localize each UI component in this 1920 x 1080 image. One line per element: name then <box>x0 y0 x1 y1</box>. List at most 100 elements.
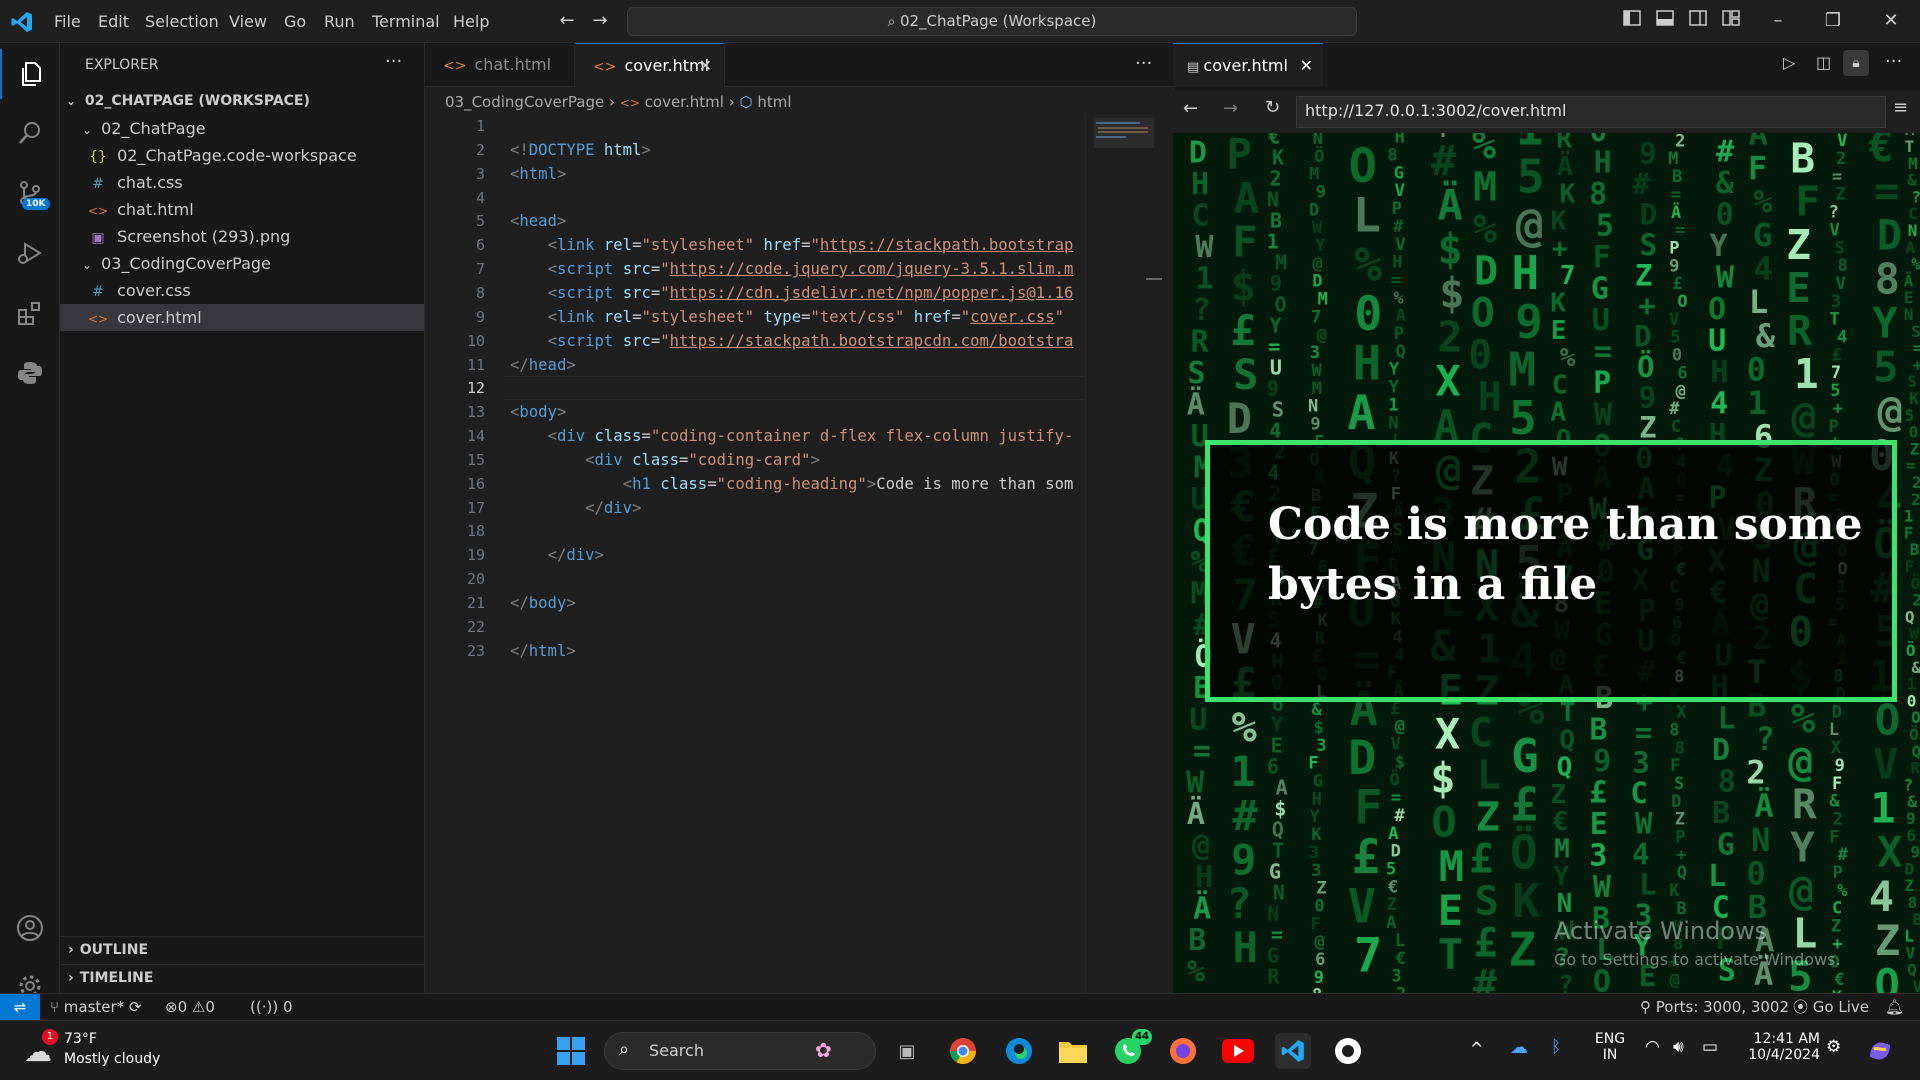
tree-file-chat-html[interactable]: <> chat.html <box>60 196 424 223</box>
notifications-bell-icon[interactable]: 🔔︎ <box>1885 994 1904 1020</box>
menu-help[interactable]: Help <box>453 12 489 31</box>
outline-section[interactable]: › OUTLINE <box>60 936 424 964</box>
bluetooth-icon[interactable]: ᛒ <box>1551 1037 1561 1057</box>
reload-icon[interactable]: ↻ <box>1265 97 1280 118</box>
music-app-icon[interactable] <box>1330 1033 1366 1069</box>
menu-edit[interactable]: Edit <box>98 12 129 31</box>
extensions-icon[interactable] <box>0 288 60 338</box>
forward-arrow-icon[interactable]: → <box>589 10 611 32</box>
close-icon[interactable]: ✕ <box>1880 10 1902 32</box>
run-icon[interactable]: ▷ <box>1783 53 1795 72</box>
tab-chat-html[interactable]: <> chat.html <box>425 43 575 87</box>
toggle-panel-icon[interactable] <box>1654 10 1676 32</box>
tree-file-workspace[interactable]: {} 02_ChatPage.code-workspace <box>60 142 424 169</box>
remote-indicator-icon[interactable]: ⇌ <box>0 994 40 1021</box>
tree-file-screenshot[interactable]: ▣ Screenshot (293).png <box>60 223 424 250</box>
minimap[interactable] <box>1085 114 1173 994</box>
go-live-button[interactable]: ⦿ Go Live <box>1793 994 1869 1020</box>
branch-indicator[interactable]: ⑂ master* ⟳ <box>50 994 142 1020</box>
editor-more-icon[interactable]: ··· <box>1135 53 1152 74</box>
minimize-icon[interactable]: – <box>1767 10 1789 32</box>
close-tab-icon[interactable]: ✕ <box>699 44 712 88</box>
ports-forwarded-indicator[interactable]: ((·)) 0 <box>250 994 293 1020</box>
copilot-icon[interactable] <box>1862 1033 1898 1069</box>
explorer-more-icon[interactable]: ··· <box>385 51 402 72</box>
toggle-secondary-sidebar-icon[interactable] <box>1687 10 1709 32</box>
tab-preview-cover[interactable]: ▤ cover.html ✕ <box>1173 43 1323 87</box>
firefox-icon[interactable] <box>1165 1033 1201 1069</box>
tree-file-cover-css[interactable]: # cover.css <box>60 277 424 304</box>
toggle-primary-sidebar-icon[interactable] <box>1621 10 1643 32</box>
whatsapp-icon[interactable]: 44 <box>1110 1029 1152 1069</box>
task-view-icon[interactable]: ▣ <box>889 1033 925 1069</box>
back-arrow-icon[interactable]: ← <box>556 10 578 32</box>
weather-widget[interactable]: ☁ 1 73°F Mostly cloudy <box>20 1029 180 1073</box>
back-arrow-icon[interactable]: ← <box>1183 98 1198 119</box>
restore-icon[interactable]: ❐ <box>1822 10 1844 32</box>
breadcrumb-folder[interactable]: 03_CodingCoverPage <box>445 93 604 111</box>
matrix-glyph: K <box>1551 207 1567 237</box>
code-token: "stylesheet" <box>641 307 755 326</box>
line-number: 12 <box>466 379 485 398</box>
tree-file-chat-css[interactable]: # chat.css <box>60 169 424 196</box>
run-debug-icon[interactable] <box>0 228 60 278</box>
tree-folder-02-chatpage[interactable]: ⌄ 02_ChatPage <box>60 115 424 142</box>
split-editor-icon[interactable]: ◫ <box>1816 53 1831 72</box>
breadcrumb-symbol[interactable]: html <box>757 93 791 111</box>
code-line: <script src="https://code.jquery.com/jqu… <box>510 257 1074 281</box>
source-control-icon[interactable]: 10K <box>0 168 60 218</box>
menu-run[interactable]: Run <box>324 12 355 31</box>
code-token: </ <box>585 498 604 517</box>
explorer-icon[interactable] <box>0 49 62 99</box>
breadcrumb-file[interactable]: cover.html <box>645 93 724 111</box>
chrome-icon[interactable] <box>945 1033 981 1069</box>
workspace-root[interactable]: ⌄ 02_CHATPAGE (WORKSPACE) <box>60 88 424 115</box>
volume-icon[interactable]: 🔊︎ <box>1673 1037 1684 1057</box>
menu-icon[interactable]: ≡ <box>1893 97 1908 118</box>
youtube-icon[interactable] <box>1220 1033 1256 1069</box>
windows-start-icon[interactable] <box>553 1033 589 1069</box>
close-tab-icon[interactable]: ✕ <box>1300 44 1313 88</box>
matrix-glyph: O <box>1349 139 1377 194</box>
matrix-glyph: = <box>1874 166 1899 215</box>
problems-indicator[interactable]: ⊗0 ⚠0 <box>165 994 215 1020</box>
battery-icon[interactable]: ▭ <box>1702 1037 1718 1057</box>
edge-icon[interactable] <box>1001 1033 1037 1069</box>
more-actions-icon[interactable]: ··· <box>1885 51 1902 72</box>
python-icon[interactable] <box>0 348 60 398</box>
customize-layout-icon[interactable] <box>1720 10 1742 32</box>
menu-file[interactable]: File <box>54 12 81 31</box>
search-icon[interactable] <box>0 108 60 158</box>
ports-indicator[interactable]: ⚲ Ports: 3000, 3002 <box>1640 994 1789 1020</box>
onedrive-icon[interactable]: ☁ <box>1510 1037 1528 1058</box>
tree-file-cover-html[interactable]: <> cover.html <box>60 304 424 331</box>
matrix-glyph: H <box>1191 167 1209 202</box>
command-center[interactable]: ⌕ 02_ChatPage (Workspace) <box>627 7 1357 36</box>
windows-taskbar: ☁ 1 73°F Mostly cloudy ⌕ Search ✿ ▣ 44 ^… <box>0 1020 1920 1080</box>
lock-icon[interactable]: 🔒︎ <box>1843 50 1869 76</box>
matrix-glyph: 1 <box>1870 784 1895 833</box>
vscode-logo-icon <box>11 12 32 32</box>
taskbar-search[interactable]: ⌕ Search ✿ <box>604 1032 876 1070</box>
language-indicator[interactable]: ENG IN <box>1593 1031 1627 1063</box>
accounts-icon[interactable] <box>0 903 60 953</box>
clock[interactable]: 12:41 AM 10/4/2024 <box>1740 1031 1820 1063</box>
tab-cover-html[interactable]: <> cover.html ✕ <box>575 43 725 87</box>
menu-selection[interactable]: Selection <box>145 12 219 31</box>
wifi-icon[interactable]: ◠ <box>1645 1037 1660 1057</box>
focus-gear-icon[interactable]: ⚙ <box>1826 1037 1841 1057</box>
tray-overflow-icon[interactable]: ^ <box>1470 1039 1483 1058</box>
timeline-section[interactable]: › TIMELINE <box>60 964 424 992</box>
file-explorer-icon[interactable] <box>1055 1033 1091 1069</box>
vscode-taskbar-icon[interactable] <box>1275 1033 1311 1069</box>
menu-view[interactable]: View <box>229 12 267 31</box>
code-token: https://stackpath.bootstrap <box>819 236 1074 255</box>
forward-arrow-icon[interactable]: → <box>1223 98 1238 119</box>
url-input[interactable]: http://127.0.0.1:3002/cover.html <box>1296 96 1886 128</box>
matrix-glyph: D <box>1634 319 1651 353</box>
menu-go[interactable]: Go <box>284 12 306 31</box>
code-editor[interactable]: <!DOCTYPE html> <html> <head> <link rel="s… <box>510 114 1085 794</box>
tree-folder-03-codingcoverpage[interactable]: ⌄ 03_CodingCoverPage <box>60 250 424 277</box>
menu-terminal[interactable]: Terminal <box>372 12 440 31</box>
